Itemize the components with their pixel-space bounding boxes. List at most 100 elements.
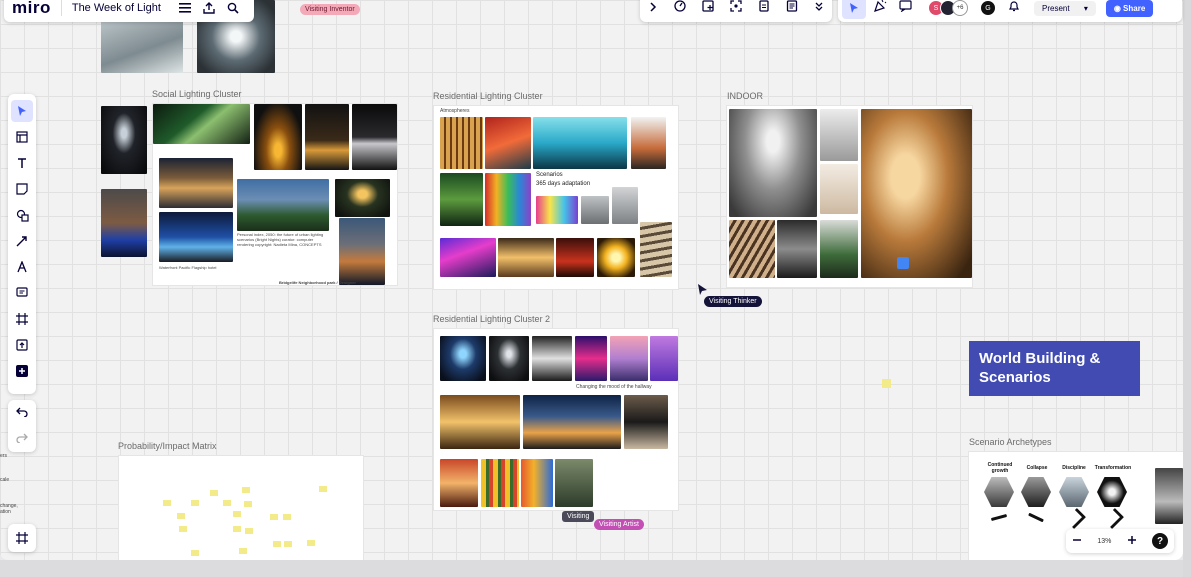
frame-residential-2[interactable]: Changing the mood of the hallway: [434, 329, 678, 510]
image-neon-room[interactable]: [575, 336, 607, 381]
sticky-note[interactable]: [270, 514, 278, 520]
image-blue-shop[interactable]: [159, 212, 233, 262]
menu-icon[interactable]: [175, 0, 195, 18]
frame-tool-icon[interactable]: [11, 308, 33, 330]
image-dark-halo[interactable]: [489, 336, 529, 381]
help-icon[interactable]: ?: [1152, 533, 1168, 549]
archetype-hex-transformation[interactable]: [1097, 477, 1127, 507]
sticky-note[interactable]: [245, 528, 253, 534]
sticky-note[interactable]: [177, 513, 185, 519]
search-icon[interactable]: [223, 0, 243, 18]
archetype-hex-collapse[interactable]: [1021, 477, 1051, 507]
frame-social[interactable]: Personal index, 2050: the future of urba…: [153, 104, 397, 285]
image-color-bars[interactable]: [536, 196, 578, 224]
pen-tool-icon[interactable]: [11, 256, 33, 278]
image-halo-rings[interactable]: [440, 336, 486, 381]
image-purple-room[interactable]: [440, 238, 496, 277]
image-grey-corridor[interactable]: [612, 187, 638, 224]
timer-icon[interactable]: [674, 0, 686, 17]
image-dark-corridor[interactable]: [777, 220, 817, 278]
select-mode-icon[interactable]: [842, 0, 866, 19]
image-prism-lamp[interactable]: [532, 336, 572, 381]
image-rainbow-hall[interactable]: [485, 173, 531, 226]
canvas[interactable]: Social Lighting Cluster Personal index, …: [0, 0, 1183, 560]
connector-tool-icon[interactable]: [11, 230, 33, 252]
image-ring-dark[interactable]: [101, 106, 147, 174]
sticky-note-tool-icon[interactable]: [11, 178, 33, 200]
frames-panel-button[interactable]: [8, 524, 36, 552]
celebrate-icon[interactable]: [874, 0, 887, 17]
sticky-note[interactable]: [242, 487, 250, 493]
image-white-shelf[interactable]: [820, 164, 858, 214]
image-stained-glass[interactable]: [481, 459, 519, 507]
zoom-in-icon[interactable]: [1127, 532, 1137, 550]
image-red-house[interactable]: [485, 117, 531, 169]
miro-logo[interactable]: miro: [12, 0, 51, 18]
image-night-plaza[interactable]: [305, 104, 349, 170]
frame-matrix[interactable]: [119, 456, 363, 560]
sticky-note[interactable]: [273, 541, 281, 547]
board-title[interactable]: The Week of Light: [72, 2, 161, 14]
image-white-stair[interactable]: [820, 109, 858, 161]
world-building-card[interactable]: World Building & Scenarios: [969, 341, 1140, 396]
export-icon[interactable]: [199, 0, 219, 18]
image-cafe-red[interactable]: [440, 459, 478, 507]
image-pool-room[interactable]: [533, 117, 627, 169]
zoom-level[interactable]: 13%: [1097, 538, 1111, 545]
sticky-note[interactable]: [319, 486, 327, 492]
present-button[interactable]: Present ▾: [1034, 0, 1096, 16]
image-warm-room[interactable]: [498, 238, 554, 277]
image-color-hall[interactable]: [521, 459, 553, 507]
upload-tool-icon[interactable]: [11, 334, 33, 356]
image-red-lounge[interactable]: [556, 238, 594, 277]
shapes-tool-icon[interactable]: [11, 204, 33, 226]
notification-bell-icon[interactable]: 1: [1008, 0, 1020, 17]
archetype-photo[interactable]: [1155, 468, 1183, 524]
image-hallway-purple[interactable]: [650, 336, 678, 381]
select-tool-icon[interactable]: [11, 100, 33, 122]
templates-icon[interactable]: [11, 126, 33, 148]
undo-icon[interactable]: [16, 404, 28, 422]
sticky-note[interactable]: [179, 526, 187, 532]
image-sun-pattern-room[interactable]: [861, 109, 972, 278]
image-living-warm[interactable]: [440, 395, 520, 449]
avatar-count[interactable]: +6: [952, 0, 968, 16]
doc-icon[interactable]: [758, 0, 770, 17]
image-dark-street[interactable]: [352, 104, 397, 170]
image-stairs[interactable]: [640, 222, 672, 277]
sticky-note[interactable]: [284, 541, 292, 547]
image-building-night[interactable]: [159, 158, 233, 208]
image-lamp-glow[interactable]: [597, 238, 635, 277]
more-icon[interactable]: [814, 0, 824, 17]
focus-icon[interactable]: [730, 0, 742, 17]
zoom-out-icon[interactable]: [1072, 532, 1082, 550]
image-park-render[interactable]: [237, 179, 329, 231]
image-grey-room[interactable]: [581, 196, 609, 224]
frame-indoor[interactable]: [727, 106, 972, 287]
image-phone-app[interactable]: [624, 395, 668, 449]
sticky-note[interactable]: [210, 490, 218, 496]
sticky-note[interactable]: [191, 500, 199, 506]
image-wood-slats[interactable]: [729, 220, 775, 278]
chevron-right-icon[interactable]: [648, 0, 658, 17]
archetype-hex-growth[interactable]: [984, 477, 1014, 507]
comment-tool-icon[interactable]: [11, 282, 33, 304]
sticky-note[interactable]: [307, 540, 315, 546]
comment-icon[interactable]: [899, 0, 912, 17]
image-plant-room[interactable]: [820, 220, 858, 278]
image-gold-tree[interactable]: [254, 104, 302, 170]
more-apps-icon[interactable]: [11, 360, 33, 382]
image-ring-park[interactable]: [335, 179, 390, 217]
image-glass-room[interactable]: [555, 459, 593, 507]
sticky-note[interactable]: [283, 514, 291, 520]
sticky-note-single[interactable]: [882, 379, 891, 388]
image-kitchen[interactable]: [631, 117, 666, 169]
share-button[interactable]: ◉ Share: [1105, 0, 1154, 17]
redo-icon[interactable]: [16, 430, 28, 448]
image-tower-grid[interactable]: [339, 218, 385, 285]
image-city-blue[interactable]: [101, 189, 147, 257]
sticky-add-icon[interactable]: [702, 0, 714, 17]
text-tool-icon[interactable]: [11, 152, 33, 174]
sticky-note[interactable]: [233, 526, 241, 532]
avatar-g[interactable]: G: [980, 0, 996, 16]
